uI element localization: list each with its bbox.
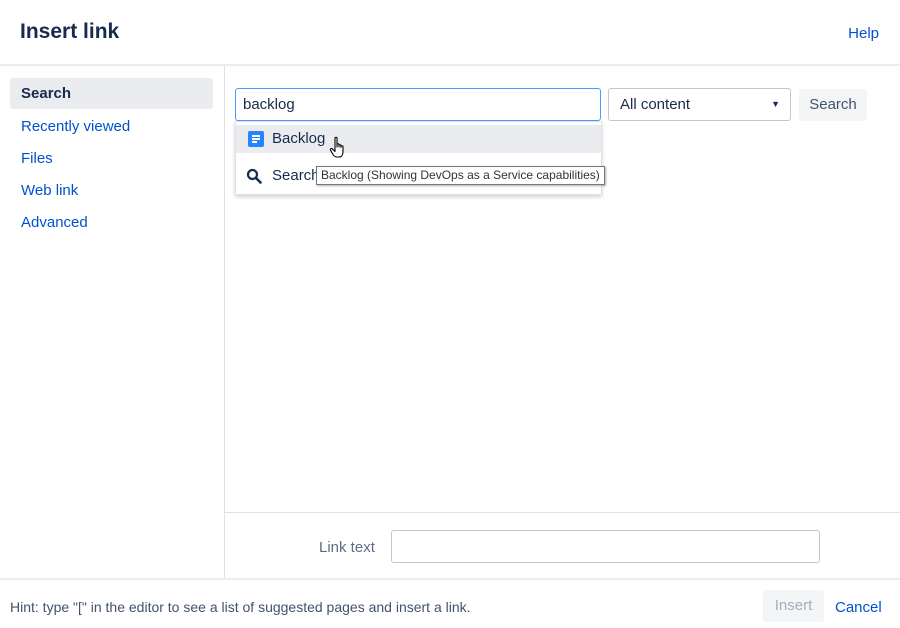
insert-button[interactable]: Insert <box>763 590 824 622</box>
sidebar: Search Recently viewed Files Web link Ad… <box>0 66 225 578</box>
sidebar-item-advanced[interactable]: Advanced <box>10 207 213 238</box>
dialog-title: Insert link <box>20 20 120 43</box>
search-button[interactable]: Search <box>799 89 867 121</box>
caret-down-icon: ▼ <box>771 99 780 109</box>
search-input[interactable] <box>235 88 601 121</box>
sidebar-item-search[interactable]: Search <box>10 78 213 109</box>
search-panel: All content ▼ Search Backlog Search Back… <box>225 66 900 578</box>
page-icon <box>248 131 264 147</box>
cancel-button[interactable]: Cancel <box>835 599 882 616</box>
link-text-section: Link text <box>225 512 900 578</box>
suggestion-backlog[interactable]: Backlog <box>236 125 601 153</box>
content-scope-value: All content <box>620 96 691 113</box>
link-text-label: Link text <box>319 539 375 556</box>
hand-pointer-cursor-icon <box>329 136 344 158</box>
content-scope-select[interactable]: All content ▼ <box>608 88 791 121</box>
suggestion-tooltip: Backlog (Showing DevOps as a Service cap… <box>316 166 605 185</box>
sidebar-item-web-link[interactable]: Web link <box>10 175 213 206</box>
sidebar-item-recently-viewed[interactable]: Recently viewed <box>10 111 213 142</box>
suggestion-label: Search <box>272 167 320 184</box>
link-text-input[interactable] <box>391 530 820 563</box>
help-link[interactable]: Help <box>848 25 879 42</box>
suggestion-label: Backlog <box>272 130 326 147</box>
dialog-footer: Hint: type "[" in the editor to see a li… <box>0 578 900 628</box>
dialog-header: Insert link Help <box>0 0 900 66</box>
hint-text: Hint: type "[" in the editor to see a li… <box>10 599 471 615</box>
sidebar-item-files[interactable]: Files <box>10 143 213 174</box>
search-icon <box>246 168 262 184</box>
